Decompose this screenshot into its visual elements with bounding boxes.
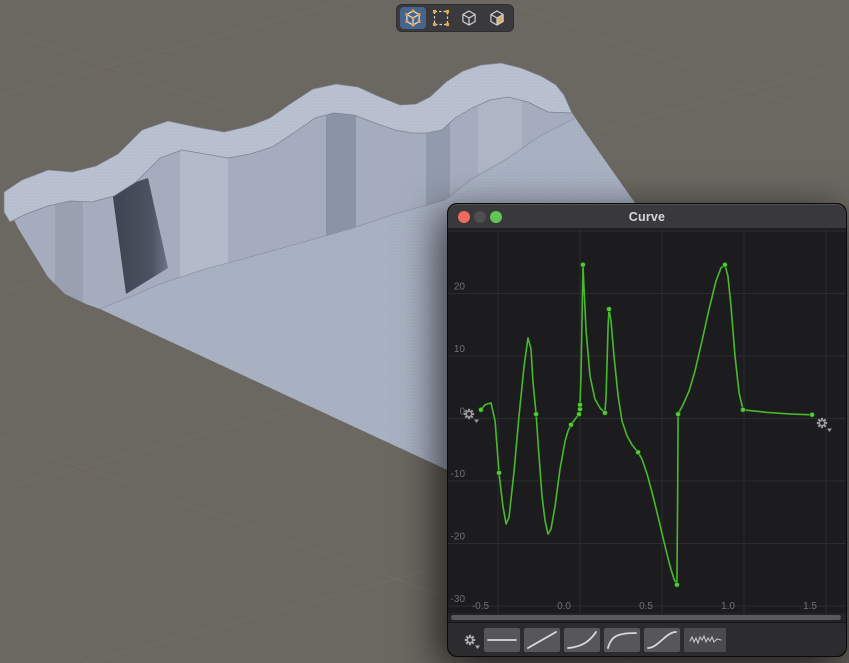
spline-curve[interactable] [481, 265, 812, 585]
toolbar-button-box-select[interactable] [428, 7, 454, 29]
preset-button-ease-out[interactable] [604, 628, 640, 652]
control-point[interactable] [636, 450, 641, 455]
cube-vertices-icon [400, 7, 426, 29]
preset-constant-icon [484, 628, 520, 652]
toolbar-button-points-mode[interactable] [400, 7, 426, 29]
control-point[interactable] [569, 422, 574, 427]
control-point[interactable] [741, 407, 746, 412]
preset-s-curve-icon [644, 628, 680, 652]
y-tick-label: -20 [451, 532, 466, 543]
y-tick-label: 0 [459, 407, 465, 418]
toolbar-button-object-mode[interactable] [456, 7, 482, 29]
preset-linear-icon [524, 628, 560, 652]
control-point[interactable] [675, 582, 680, 587]
control-point[interactable] [534, 412, 539, 417]
x-tick-label: 1.5 [803, 601, 817, 612]
plot-scrollbar-thumb[interactable] [451, 615, 841, 620]
control-point[interactable] [603, 410, 608, 415]
window-titlebar[interactable]: Curve [448, 204, 846, 229]
control-point[interactable] [497, 470, 502, 475]
control-point[interactable] [607, 307, 612, 312]
preset-button-constant[interactable] [484, 628, 520, 652]
x-tick-label: -0.5 [472, 601, 490, 612]
control-point[interactable] [581, 262, 586, 267]
control-point[interactable] [676, 412, 681, 417]
y-tick-label: 10 [454, 344, 466, 355]
preset-button-current-noise[interactable] [684, 628, 726, 652]
control-point[interactable] [723, 262, 728, 267]
toolbar-button-polygon-mode[interactable] [484, 7, 510, 29]
right-curve-options-gear-icon[interactable] [817, 418, 832, 432]
viewport-mode-toolbar [396, 4, 514, 32]
y-tick-label: -30 [451, 594, 466, 605]
plot-grid [448, 229, 846, 613]
y-tick-label: -10 [451, 469, 466, 480]
control-point[interactable] [479, 407, 484, 412]
curve-window: Curve 20 10 0 -10 -20 -30 -0.5 0.0 0.5 1.0 1.5 [447, 203, 847, 657]
curve-bottom-toolbar [448, 622, 846, 656]
control-point[interactable] [810, 412, 815, 417]
control-point[interactable] [577, 412, 582, 417]
preset-current-noise-icon [684, 628, 726, 652]
control-point[interactable] [578, 402, 583, 407]
x-tick-label: 0.5 [639, 601, 653, 612]
dashed-rect-icon [428, 7, 454, 29]
preset-menu-gear-icon[interactable] [465, 635, 480, 649]
preset-button-s-curve[interactable] [644, 628, 680, 652]
curve-plot-area[interactable]: 20 10 0 -10 -20 -30 -0.5 0.0 0.5 1.0 1.5 [448, 229, 846, 613]
y-tick-label: 20 [454, 282, 466, 293]
cube-icon [456, 7, 482, 29]
preset-ease-out-icon [604, 628, 640, 652]
window-title: Curve [448, 210, 846, 224]
preset-button-ease-in[interactable] [564, 628, 600, 652]
spline-control-points [479, 262, 815, 587]
plot-scrollbar-track[interactable] [448, 613, 846, 622]
x-tick-label: 0.0 [557, 601, 571, 612]
preset-button-linear[interactable] [524, 628, 560, 652]
cube-face-icon [484, 7, 510, 29]
preset-ease-in-icon [564, 628, 600, 652]
app-root: Curve 20 10 0 -10 -20 -30 -0.5 0.0 0.5 1.0 1.5 [0, 0, 849, 663]
left-curve-options-gear-icon[interactable] [464, 409, 479, 423]
x-tick-label: 1.0 [721, 601, 735, 612]
